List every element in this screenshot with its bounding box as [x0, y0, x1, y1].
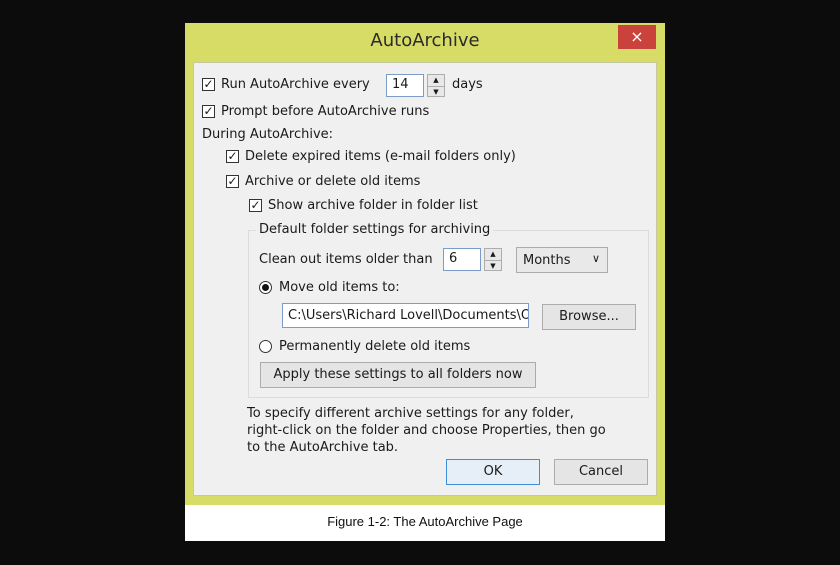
help-line: To specify different archive settings fo…: [247, 406, 574, 421]
browse-button[interactable]: Browse...: [542, 304, 636, 330]
spin-up-icon[interactable]: ▲: [485, 249, 501, 261]
checkmark-icon: ✓: [203, 104, 214, 118]
spin-up-icon[interactable]: ▲: [428, 75, 444, 87]
checkmark-icon: ✓: [203, 77, 214, 91]
apply-to-all-folders-button[interactable]: Apply these settings to all folders now: [260, 362, 536, 388]
dialog-title: AutoArchive: [370, 30, 480, 51]
help-line: to the AutoArchive tab.: [247, 440, 399, 455]
group-title: Default folder settings for archiving: [256, 222, 494, 237]
run-every-days-input[interactable]: 14: [386, 74, 424, 97]
archive-old-checkbox[interactable]: ✓: [226, 175, 239, 188]
checkmark-icon: ✓: [227, 174, 238, 188]
show-folder-checkbox[interactable]: ✓: [249, 199, 262, 212]
clean-out-spinner[interactable]: ▲ ▼: [484, 248, 502, 271]
cancel-button[interactable]: Cancel: [554, 459, 648, 485]
archive-path-input[interactable]: C:\Users\Richard Lovell\Documents\O: [282, 303, 529, 328]
ok-button[interactable]: OK: [446, 459, 540, 485]
move-old-items-label: Move old items to:: [279, 280, 400, 295]
close-icon: ×: [630, 27, 644, 46]
clean-out-label: Clean out items older than: [259, 252, 433, 267]
checkmark-icon: ✓: [227, 149, 238, 163]
prompt-checkbox[interactable]: ✓: [202, 105, 215, 118]
run-autoarchive-checkbox[interactable]: ✓: [202, 78, 215, 91]
delete-expired-label: Delete expired items (e-mail folders onl…: [245, 149, 516, 164]
period-unit-dropdown[interactable]: Months ∨: [516, 247, 608, 273]
radio-selected-dot: [262, 284, 269, 291]
period-unit-value: Months: [523, 253, 571, 268]
permanently-delete-radio[interactable]: [259, 340, 272, 353]
close-button[interactable]: ×: [618, 25, 656, 49]
move-old-items-radio[interactable]: [259, 281, 272, 294]
prompt-label: Prompt before AutoArchive runs: [221, 104, 430, 119]
days-label: days: [452, 77, 483, 92]
spin-down-icon[interactable]: ▼: [428, 87, 444, 98]
clean-out-value-input[interactable]: 6: [443, 248, 481, 271]
archive-old-label: Archive or delete old items: [245, 174, 421, 189]
checkmark-icon: ✓: [250, 198, 261, 212]
days-spinner[interactable]: ▲ ▼: [427, 74, 445, 97]
during-autoarchive-label: During AutoArchive:: [202, 127, 334, 142]
help-line: right-click on the folder and choose Pro…: [247, 423, 606, 438]
permanently-delete-label: Permanently delete old items: [279, 339, 471, 354]
show-folder-label: Show archive folder in folder list: [268, 198, 478, 213]
spin-down-icon[interactable]: ▼: [485, 261, 501, 272]
figure-caption: Figure 1-2: The AutoArchive Page: [327, 514, 523, 529]
help-text: To specify different archive settings fo…: [247, 405, 606, 456]
run-autoarchive-label: Run AutoArchive every: [221, 77, 370, 92]
delete-expired-checkbox[interactable]: ✓: [226, 150, 239, 163]
chevron-down-icon: ∨: [591, 252, 600, 265]
